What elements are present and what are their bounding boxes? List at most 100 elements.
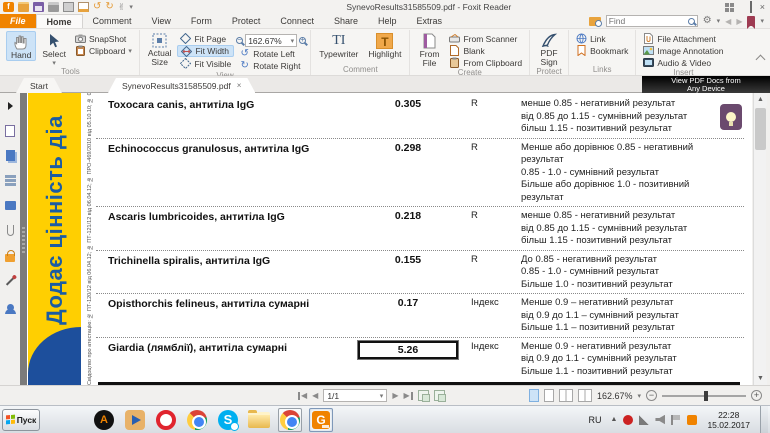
tab-document[interactable]: SynevoResults31585509.pdf × bbox=[108, 78, 255, 93]
opera-icon[interactable] bbox=[154, 408, 178, 432]
previous-view-icon[interactable] bbox=[418, 390, 429, 401]
zoom-out-button[interactable]: − bbox=[646, 390, 657, 401]
foxit-app-icon[interactable]: f bbox=[3, 2, 14, 12]
find-previous-icon[interactable]: ◀ bbox=[725, 17, 731, 26]
find-next-icon[interactable]: ▶ bbox=[736, 17, 742, 26]
note-icon[interactable] bbox=[78, 2, 89, 12]
show-desktop-button[interactable] bbox=[760, 406, 768, 433]
promo-banner[interactable]: View PDF Docs from Any Device bbox=[642, 76, 770, 93]
rotate-right-button[interactable]: ↻ Rotate Right bbox=[236, 60, 306, 71]
skype-icon[interactable]: S bbox=[216, 408, 240, 432]
close-tab-icon[interactable]: × bbox=[237, 81, 242, 90]
next-page-button[interactable]: ▶ bbox=[392, 391, 398, 400]
select-tool-button[interactable]: Select ▾ bbox=[38, 31, 70, 67]
file-attachment-button[interactable]: File Attachment bbox=[640, 33, 726, 44]
start-button[interactable]: Пуск bbox=[2, 409, 40, 431]
find-options-caret[interactable]: ▾ bbox=[717, 17, 721, 25]
scroll-up-icon[interactable]: ▲ bbox=[754, 93, 767, 106]
network-tray-icon[interactable] bbox=[639, 415, 649, 425]
collapse-ribbon-icon[interactable] bbox=[756, 55, 766, 65]
chrome-running-button[interactable] bbox=[278, 408, 302, 432]
blank-page-button[interactable]: Blank bbox=[446, 45, 525, 56]
search-icon[interactable] bbox=[688, 18, 695, 25]
media-player-icon[interactable] bbox=[123, 408, 147, 432]
link-button[interactable]: Link bbox=[573, 33, 631, 44]
tab-form[interactable]: Form bbox=[181, 14, 222, 28]
gear-icon[interactable]: ⚙ bbox=[703, 15, 712, 27]
pdf-sign-button[interactable]: PDF Sign bbox=[534, 31, 564, 67]
thumbnails-panel-icon[interactable] bbox=[4, 149, 17, 162]
fit-visible-button[interactable]: Fit Visible bbox=[177, 58, 234, 69]
panel-splitter[interactable] bbox=[20, 93, 27, 385]
tab-start-page[interactable]: Start bbox=[16, 78, 62, 93]
from-clipboard-button[interactable]: From Clipboard bbox=[446, 57, 525, 68]
tab-comment[interactable]: Comment bbox=[83, 14, 142, 28]
zoom-in-icon[interactable]: + bbox=[299, 37, 306, 44]
zoom-slider[interactable] bbox=[662, 395, 746, 397]
search-folder-icon[interactable] bbox=[589, 17, 601, 26]
image-annotation-button[interactable]: Image Annotation bbox=[640, 45, 726, 56]
save-icon[interactable] bbox=[33, 2, 44, 12]
clock[interactable]: 22:28 15.02.2017 bbox=[703, 410, 754, 430]
restore-button[interactable] bbox=[750, 1, 752, 13]
scrollbar-thumb[interactable] bbox=[755, 108, 766, 150]
tab-help[interactable]: Help bbox=[368, 14, 407, 28]
continuous-view-icon[interactable] bbox=[544, 389, 554, 402]
tab-extras[interactable]: Extras bbox=[407, 14, 453, 28]
find-input[interactable] bbox=[609, 16, 688, 26]
volume-tray-icon[interactable] bbox=[655, 415, 665, 425]
tray-expand-icon[interactable]: ▲ bbox=[611, 416, 618, 423]
facing-view-icon[interactable] bbox=[559, 389, 573, 402]
signatures-panel-icon[interactable] bbox=[4, 274, 17, 287]
open-file-icon[interactable] bbox=[18, 2, 29, 12]
scroll-down-icon[interactable]: ▼ bbox=[754, 372, 767, 385]
tab-view[interactable]: View bbox=[142, 14, 181, 28]
attachments-panel-icon[interactable] bbox=[4, 224, 17, 237]
fit-width-button[interactable]: Fit Width bbox=[177, 45, 234, 57]
redo-icon[interactable]: ↻ bbox=[105, 2, 113, 12]
action-center-tray-icon[interactable] bbox=[671, 415, 681, 425]
hand-tool-quick-icon[interactable]: ✌ bbox=[118, 2, 126, 12]
actual-size-button[interactable]: Actual Size bbox=[144, 31, 176, 67]
fit-page-button[interactable]: Fit Page bbox=[177, 33, 234, 44]
audio-video-button[interactable]: Audio & Video bbox=[640, 57, 726, 68]
highlight-button[interactable]: T Highlight bbox=[364, 31, 405, 59]
tab-share[interactable]: Share bbox=[324, 14, 368, 28]
bookmarks-panel-icon[interactable] bbox=[4, 124, 17, 137]
from-scanner-button[interactable]: From Scanner bbox=[446, 33, 525, 44]
chrome-icon[interactable] bbox=[185, 408, 209, 432]
close-button[interactable]: × bbox=[760, 2, 765, 12]
email-icon[interactable] bbox=[63, 2, 74, 12]
vertical-scrollbar[interactable]: ▲ ▼ bbox=[753, 93, 766, 385]
clipboard-button[interactable]: Clipboard ▾ bbox=[72, 45, 135, 56]
last-page-button[interactable]: ▶ bbox=[403, 391, 412, 400]
bookmark-caret[interactable]: ▾ bbox=[760, 17, 764, 25]
antivirus-tray-icon[interactable] bbox=[623, 415, 633, 425]
file-explorer-icon[interactable] bbox=[247, 408, 271, 432]
continuous-facing-view-icon[interactable] bbox=[578, 389, 592, 402]
layout-icon[interactable] bbox=[725, 3, 734, 12]
contacts-panel-icon[interactable] bbox=[4, 299, 17, 312]
previous-page-button[interactable]: ◀ bbox=[312, 391, 318, 400]
zoom-slider-thumb[interactable] bbox=[704, 391, 708, 401]
tip-lightbulb-icon[interactable] bbox=[720, 104, 742, 130]
foxit-tray-icon[interactable] bbox=[687, 415, 697, 425]
page-number-combo[interactable]: 1/1 ▾ bbox=[323, 389, 387, 402]
rotate-left-button[interactable]: ↺ Rotate Left bbox=[236, 48, 306, 59]
bookmark-button[interactable]: Bookmark bbox=[573, 45, 631, 56]
zoom-level-combo[interactable]: 162.67% ▾ bbox=[245, 34, 297, 47]
layers-panel-icon[interactable] bbox=[4, 174, 17, 187]
tab-protect[interactable]: Protect bbox=[222, 14, 271, 28]
next-view-icon[interactable] bbox=[434, 390, 445, 401]
aimp-icon[interactable]: A bbox=[92, 408, 116, 432]
snapshot-button[interactable]: SnapShot bbox=[72, 33, 135, 44]
zoom-in-button[interactable]: + bbox=[751, 390, 762, 401]
comments-panel-icon[interactable] bbox=[4, 199, 17, 212]
tab-connect[interactable]: Connect bbox=[270, 14, 324, 28]
security-panel-icon[interactable] bbox=[4, 249, 17, 262]
expand-panel-icon[interactable] bbox=[4, 99, 17, 112]
hand-tool-button[interactable]: Hand bbox=[6, 31, 36, 61]
language-indicator[interactable]: RU bbox=[586, 415, 605, 425]
single-page-view-icon[interactable] bbox=[529, 389, 539, 402]
tab-home[interactable]: Home bbox=[36, 14, 83, 28]
